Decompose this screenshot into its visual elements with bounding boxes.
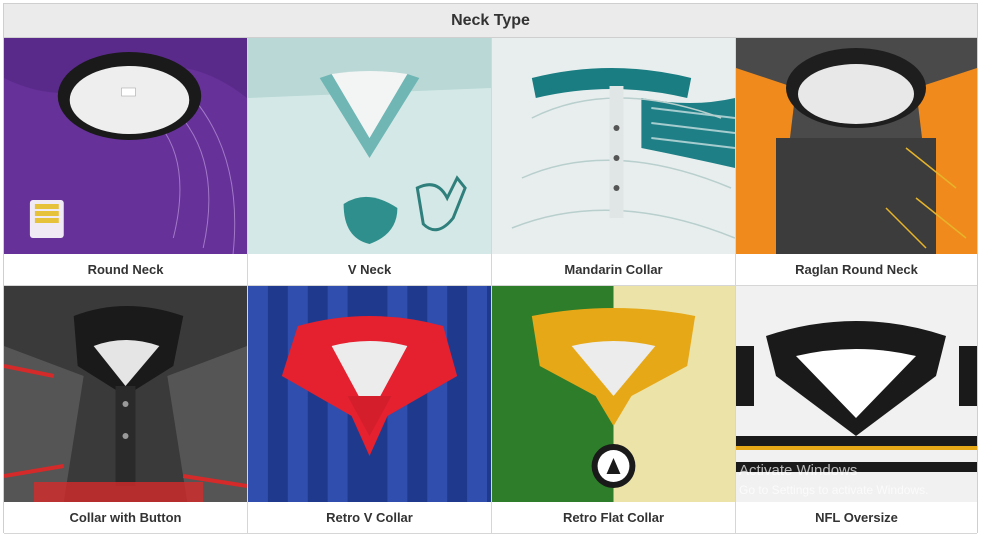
collar-with-button-image xyxy=(4,286,247,502)
v-neck-image xyxy=(248,38,491,254)
neck-type-grid: Round Neck V Neck Mandarin Collar Raglan… xyxy=(4,38,977,534)
neck-type-label: Raglan Round Neck xyxy=(795,262,918,277)
raglan-round-neck-image xyxy=(736,38,977,254)
table-header: Neck Type xyxy=(4,4,977,38)
neck-type-label: V Neck xyxy=(347,262,392,277)
neck-type-card: Round Neck xyxy=(4,38,248,286)
neck-type-label: Collar with Button xyxy=(69,510,182,525)
neck-type-label: Round Neck xyxy=(87,262,164,277)
mandarin-collar-image xyxy=(492,38,735,254)
nfl-oversize-image xyxy=(736,286,977,502)
retro-flat-collar-image xyxy=(492,286,735,502)
neck-type-label: Retro V Collar xyxy=(326,510,413,525)
round-neck-image xyxy=(4,38,247,254)
neck-type-card: Retro V Collar xyxy=(248,286,492,534)
neck-type-card: Collar with Button xyxy=(4,286,248,534)
neck-type-card: V Neck xyxy=(248,38,492,286)
neck-type-card: Mandarin Collar xyxy=(492,38,736,286)
neck-type-label: NFL Oversize xyxy=(815,510,898,525)
neck-type-card: NFL Oversize xyxy=(736,286,977,534)
neck-type-label: Mandarin Collar xyxy=(564,262,663,277)
neck-type-label: Retro Flat Collar xyxy=(562,510,665,525)
neck-type-table: Neck Type Round Neck V Neck Mandarin Col… xyxy=(3,3,978,534)
neck-type-card: Raglan Round Neck xyxy=(736,38,977,286)
retro-v-collar-image xyxy=(248,286,491,502)
neck-type-card: Retro Flat Collar xyxy=(492,286,736,534)
